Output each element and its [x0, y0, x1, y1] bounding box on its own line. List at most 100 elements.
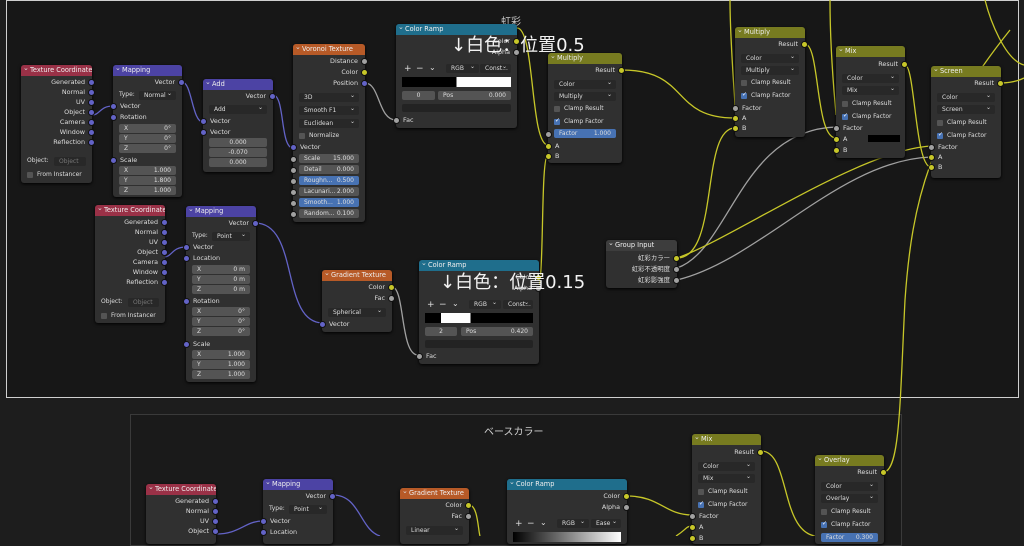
data-type-dropdown[interactable]: Color [937, 93, 995, 102]
add-stop-button[interactable]: + [427, 300, 435, 310]
normalize-checkbox[interactable]: Normalize [299, 131, 339, 140]
rotation-x[interactable]: X 0° [119, 124, 176, 133]
node-header[interactable]: Mapping [263, 479, 333, 490]
socket-in[interactable] [110, 157, 117, 164]
node-header[interactable]: Multiply [548, 53, 622, 64]
remove-stop-button[interactable]: − [416, 64, 424, 74]
socket-out[interactable] [673, 266, 680, 273]
socket-out[interactable] [212, 528, 219, 535]
smoothness-field[interactable]: Smooth... 1.000 [299, 198, 359, 207]
scale-y[interactable]: Y 1.000 [192, 360, 250, 369]
socket-in[interactable] [545, 131, 552, 138]
scale-field[interactable]: Scale 15.000 [299, 154, 359, 163]
socket-out[interactable] [161, 229, 168, 236]
scale-y[interactable]: Y 1.800 [119, 176, 176, 185]
socket-out[interactable] [161, 219, 168, 226]
node-header[interactable]: Voronoi Texture [293, 44, 365, 55]
node-header[interactable]: Texture Coordinate [95, 205, 165, 216]
data-type-dropdown[interactable]: Color [741, 54, 799, 63]
socket-in[interactable] [689, 513, 696, 520]
clamp-result-checkbox[interactable]: Clamp Result [842, 99, 892, 108]
socket-out[interactable] [88, 79, 95, 86]
scale-x[interactable]: X 1.000 [119, 166, 176, 175]
socket-out[interactable] [212, 508, 219, 515]
socket-out[interactable] [388, 284, 395, 291]
blend-mode-dropdown[interactable]: Screen [937, 105, 995, 114]
socket-in[interactable] [183, 298, 190, 305]
socket-out[interactable] [618, 67, 625, 74]
socket-out[interactable] [997, 80, 1004, 87]
socket-in[interactable] [290, 189, 297, 196]
socket-out[interactable] [252, 220, 259, 227]
socket-in[interactable] [689, 535, 696, 542]
node-header[interactable]: Mapping [113, 65, 182, 76]
clamp-factor-checkbox[interactable]: Clamp Factor [821, 519, 870, 529]
vector-x-field[interactable]: 0.000 [209, 138, 267, 147]
socket-out[interactable] [178, 79, 185, 86]
mapping-node[interactable]: Mapping Vector Type: Point Vector Locati… [183, 206, 259, 382]
node-header[interactable]: Texture Coordinate [21, 65, 92, 76]
socket-in[interactable] [110, 114, 117, 121]
data-type-dropdown[interactable]: Color [698, 462, 755, 471]
multiply-node[interactable]: Multiply Result Color Multiply Clamp Res… [732, 27, 808, 137]
position-field[interactable]: Pos 0.420 [461, 327, 533, 336]
rotation-x[interactable]: X 0° [192, 307, 250, 316]
gradient-texture-node[interactable]: Gradient Texture Color Fac Spherical Vec… [319, 270, 395, 332]
socket-in[interactable] [545, 153, 552, 160]
socket-in[interactable] [732, 105, 739, 112]
vector-y-field[interactable]: -0.070 [209, 148, 267, 157]
socket-in[interactable] [545, 143, 552, 150]
chevron-down-icon[interactable]: ⌄ [429, 63, 436, 72]
socket-out[interactable] [757, 449, 764, 456]
socket-in[interactable] [416, 353, 423, 360]
roughness-field[interactable]: Roughn... 0.500 [299, 176, 359, 185]
interpolation-dropdown[interactable]: Const... [503, 300, 533, 309]
rotation-y[interactable]: Y 0° [119, 134, 176, 143]
clamp-factor-checkbox[interactable]: Clamp Factor [741, 90, 790, 100]
socket-out[interactable] [880, 469, 887, 476]
socket-out[interactable] [623, 493, 630, 500]
mix-node[interactable]: Mix Result Color Mix Clamp Result Clamp … [689, 434, 764, 544]
gradient-type-dropdown[interactable]: Linear [406, 526, 463, 535]
blend-mode-dropdown[interactable]: Overlay [821, 494, 878, 503]
socket-out[interactable] [212, 518, 219, 525]
socket-in[interactable] [393, 117, 400, 124]
interpolation-dropdown[interactable]: Const... [480, 64, 511, 73]
blend-mode-dropdown[interactable]: Mix [698, 474, 755, 483]
voronoi-texture-node[interactable]: Voronoi Texture Distance Color Position … [290, 44, 368, 222]
location-x[interactable]: X0 m [192, 265, 250, 274]
add-stop-button[interactable]: + [404, 64, 412, 74]
socket-out[interactable] [673, 277, 680, 284]
object-picker[interactable]: Object [54, 157, 86, 166]
mix-node[interactable]: Mix Result Color Mix Clamp Result Clamp … [833, 46, 908, 158]
remove-stop-button[interactable]: − [439, 300, 447, 310]
socket-in[interactable] [290, 178, 297, 185]
texture-coordinate-node[interactable]: Texture Coordinate Generated Normal UV O… [21, 65, 95, 183]
socket-in[interactable] [260, 518, 267, 525]
data-type-dropdown[interactable]: Color [842, 74, 899, 83]
clamp-factor-checkbox[interactable]: Clamp Factor [937, 130, 986, 140]
node-header[interactable]: Add [203, 79, 273, 90]
distance-metric-dropdown[interactable]: Euclidean [299, 119, 359, 128]
vector-add-node[interactable]: Add Vector Add Vector Vector 0.000 -0.07… [200, 79, 276, 172]
node-header[interactable]: Overlay [815, 455, 884, 466]
stop-index-field[interactable]: 0 [402, 91, 435, 100]
randomness-field[interactable]: Random... 0.100 [299, 209, 359, 218]
clamp-result-checkbox[interactable]: Clamp Result [821, 507, 871, 516]
socket-in[interactable] [183, 341, 190, 348]
socket-out[interactable] [88, 129, 95, 136]
socket-in[interactable] [928, 144, 935, 151]
color-mode-dropdown[interactable]: RGB [557, 519, 589, 528]
location-y[interactable]: Y0 m [192, 275, 250, 284]
clamp-result-checkbox[interactable]: Clamp Result [554, 104, 604, 113]
color-ramp-gradient[interactable] [402, 77, 511, 87]
socket-out[interactable] [212, 498, 219, 505]
multiply-node[interactable]: Multiply Result Color Multiply Clamp Res… [545, 53, 625, 163]
mapping-node[interactable]: Mapping Vector Type: Point Vector Locati… [260, 479, 336, 544]
socket-in[interactable] [833, 125, 840, 132]
socket-in[interactable] [183, 244, 190, 251]
socket-out[interactable] [161, 249, 168, 256]
node-header[interactable]: Group Input [606, 240, 677, 251]
rotation-y[interactable]: Y 0° [192, 317, 250, 326]
socket-out[interactable] [269, 93, 276, 100]
